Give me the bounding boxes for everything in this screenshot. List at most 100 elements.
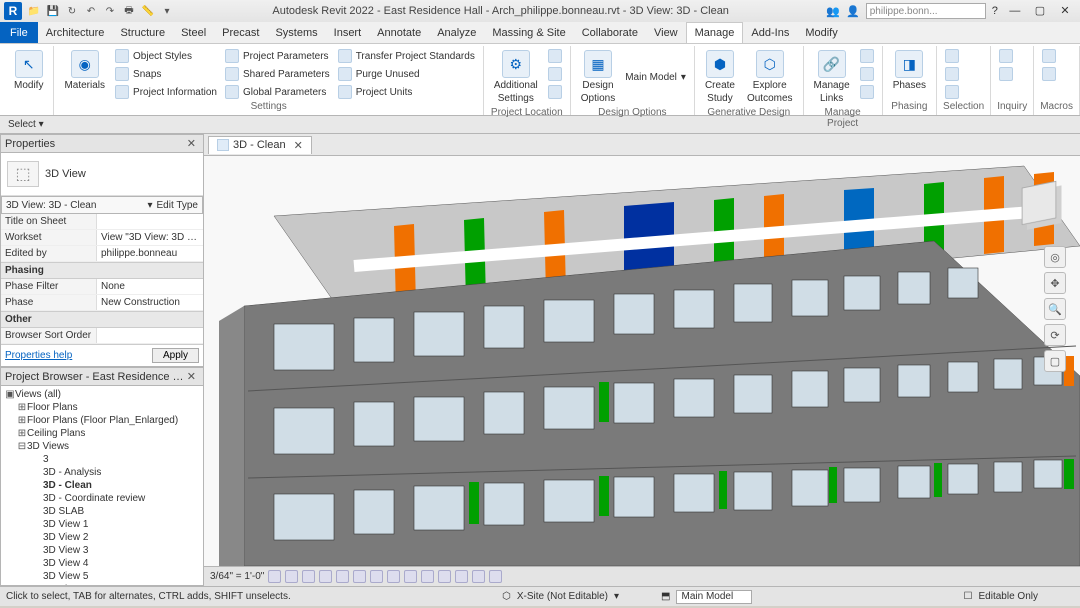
tab-modify[interactable]: Modify [797,22,845,43]
instance-dropdown[interactable]: 3D View: 3D - Clean ▾Edit Type [1,196,203,214]
tree-3d-slab[interactable]: 3D SLAB [3,505,201,518]
qat-redo-icon[interactable]: ↷ [102,3,118,19]
temp-hide-icon[interactable] [404,570,417,583]
tree-3d-view6[interactable]: 3D View 6 [3,583,201,586]
crop-view-icon[interactable] [353,570,366,583]
tree-3d-view1[interactable]: 3D View 1 [3,518,201,531]
coordinates-button[interactable] [546,66,564,82]
editable-only-checkbox[interactable]: ☐ [964,591,973,602]
transfer-standards-button[interactable]: Transfer Project Standards [336,48,477,64]
apply-button[interactable]: Apply [152,348,199,363]
phases-button[interactable]: ◨Phases [889,48,930,100]
materials-button[interactable]: ◉Materials [60,48,109,100]
3d-canvas[interactable]: ◎ ✥ 🔍 ⟳ ▢ [204,156,1080,566]
viewcube[interactable] [1012,176,1066,230]
project-units-button[interactable]: Project Units [336,84,477,100]
save-selection-button[interactable] [943,48,961,64]
lock-view-icon[interactable] [387,570,400,583]
tab-structure[interactable]: Structure [112,22,173,43]
explore-outcomes-button[interactable]: ⬡ExploreOutcomes [743,48,797,106]
view-tab-3d-clean[interactable]: 3D - Clean ✕ [208,136,312,154]
maximize-button[interactable]: ▢ [1029,3,1051,19]
browser-close-button[interactable]: ✕ [184,370,199,383]
tree-3d-3[interactable]: 3 [3,453,201,466]
nav-wheel-icon[interactable]: ◎ [1044,246,1066,268]
visual-style-icon[interactable] [285,570,298,583]
reveal-hidden-icon[interactable] [421,570,434,583]
nav-orbit-icon[interactable]: ⟳ [1044,324,1066,346]
tab-architecture[interactable]: Architecture [38,22,113,43]
group-other[interactable]: Other [1,311,203,328]
group-phasing[interactable]: Phasing [1,262,203,279]
sun-path-icon[interactable] [302,570,315,583]
snaps-button[interactable]: Snaps [113,66,219,82]
tree-3d-coord[interactable]: 3D - Coordinate review [3,492,201,505]
tab-annotate[interactable]: Annotate [369,22,429,43]
rendering-icon[interactable] [336,570,349,583]
reveal-constraints-icon[interactable] [489,570,502,583]
tab-precast[interactable]: Precast [214,22,267,43]
project-params-button[interactable]: Project Parameters [223,48,332,64]
tab-insert[interactable]: Insert [326,22,370,43]
analyt-model-icon[interactable] [472,570,485,583]
tab-manage[interactable]: Manage [686,22,744,43]
file-tab[interactable]: File [0,22,38,43]
location-button[interactable] [546,48,564,64]
macro-security-button[interactable] [1040,66,1058,82]
tree-3d-view5[interactable]: 3D View 5 [3,570,201,583]
workset-indicator-icon[interactable]: ⬡ [502,591,511,602]
manage-links-button[interactable]: 🔗ManageLinks [810,48,854,106]
warnings-button[interactable] [997,66,1015,82]
view-tab-close-button[interactable]: ✕ [294,139,303,152]
project-info-button[interactable]: Project Information [113,84,219,100]
tab-view[interactable]: View [646,22,686,43]
view-scale[interactable]: 3/64" = 1'-0" [210,571,264,582]
tree-3d-analysis[interactable]: 3D - Analysis [3,466,201,479]
main-model-dropdown[interactable]: Main Model [676,590,752,604]
project-tree[interactable]: ▣Views (all) ⊞Floor Plans ⊞Floor Plans (… [1,386,203,586]
nav-zoom-icon[interactable]: 🔍 [1044,298,1066,320]
additional-settings-button[interactable]: ⚙AdditionalSettings [490,48,542,106]
qat-print-icon[interactable]: 🖶 [121,3,137,19]
properties-help-link[interactable]: Properties help [5,350,72,361]
edit-type-button[interactable]: Edit Type [156,200,198,211]
minimize-button[interactable]: — [1004,3,1026,19]
global-params-button[interactable]: Global Parameters [223,84,332,100]
modify-button[interactable]: ↖Modify [10,48,47,111]
tree-3d-clean[interactable]: 3D - Clean [3,479,201,492]
close-button[interactable]: ✕ [1054,3,1076,19]
object-styles-button[interactable]: Object Styles [113,48,219,64]
crop-region-icon[interactable] [370,570,383,583]
tree-3d-view2[interactable]: 3D View 2 [3,531,201,544]
ids-button[interactable] [997,48,1015,64]
collab-icon[interactable]: 👥 [826,5,840,18]
tab-addins[interactable]: Add-Ins [743,22,797,43]
load-selection-button[interactable] [943,66,961,82]
create-study-button[interactable]: ⬢CreateStudy [701,48,739,106]
tab-analyze[interactable]: Analyze [429,22,484,43]
qat-open-icon[interactable]: 📁 [26,3,42,19]
main-model-icon[interactable]: ⬒ [661,591,670,602]
macro-manager-button[interactable] [1040,48,1058,64]
user-avatar-icon[interactable]: 👤 [846,5,860,18]
help-icon[interactable]: ? [992,5,998,17]
viewcube-face[interactable] [1022,181,1057,225]
purge-unused-button[interactable]: Purge Unused [336,66,477,82]
tab-systems[interactable]: Systems [267,22,325,43]
select-dropdown[interactable]: Select ▾ [4,119,48,130]
worksharing-icon[interactable] [438,570,451,583]
edit-selection-button[interactable] [943,84,961,100]
shadows-icon[interactable] [319,570,332,583]
main-model-dropdown[interactable]: Main Model ▾ [623,71,688,84]
starting-view-button[interactable] [858,84,876,100]
tab-collaborate[interactable]: Collaborate [574,22,646,43]
decal-types-button[interactable] [858,66,876,82]
qat-save-icon[interactable]: 💾 [45,3,61,19]
tab-steel[interactable]: Steel [173,22,214,43]
nav-box-icon[interactable]: ▢ [1044,350,1066,372]
properties-close-button[interactable]: ✕ [184,137,199,150]
nav-pan-icon[interactable]: ✥ [1044,272,1066,294]
shared-params-button[interactable]: Shared Parameters [223,66,332,82]
manage-images-button[interactable] [858,48,876,64]
detail-level-icon[interactable] [268,570,281,583]
